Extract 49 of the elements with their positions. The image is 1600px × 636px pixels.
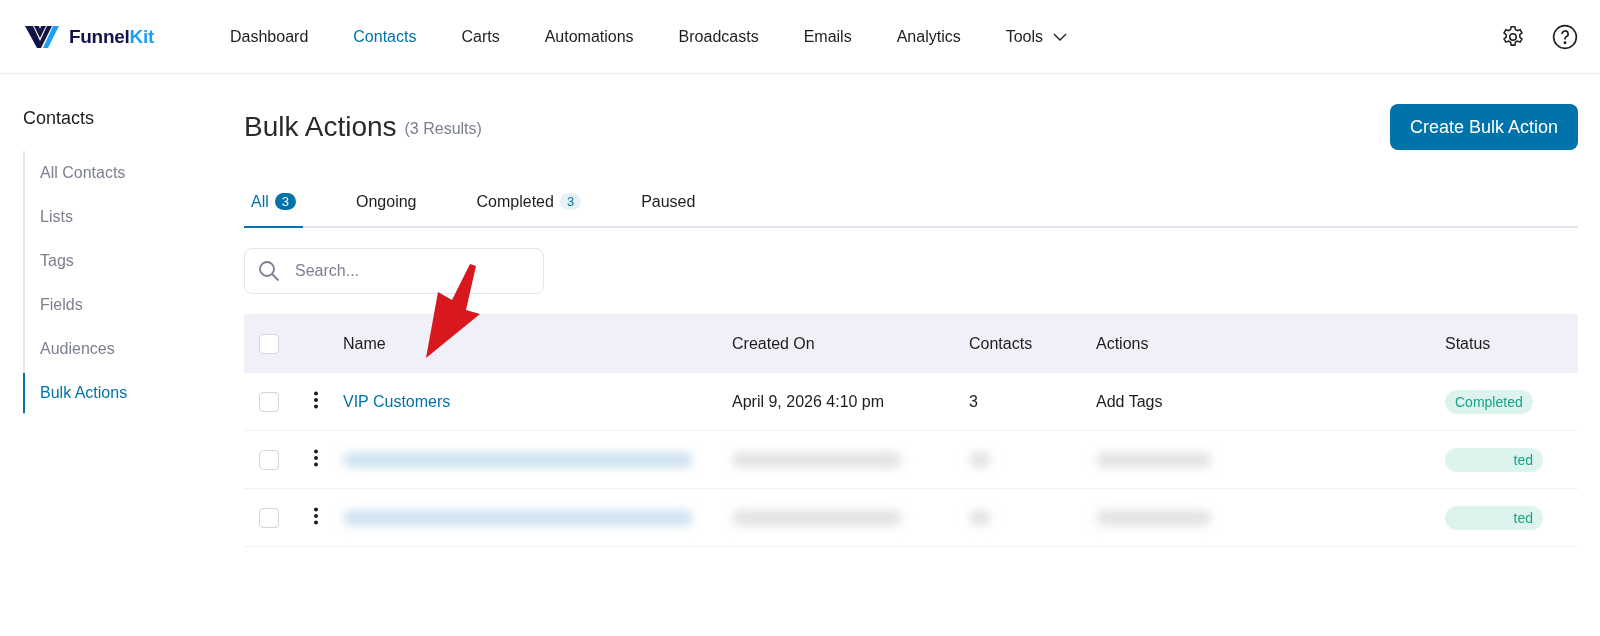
column-header: Actions (1096, 334, 1149, 352)
bulk-action-name-link[interactable]: VIP Customers (343, 392, 451, 410)
row-checkbox[interactable] (259, 449, 279, 470)
table-cell: April 9, 2026 4:10 pm (732, 392, 885, 410)
status-badge: Completed (1445, 389, 1533, 414)
nav-item[interactable]: Tools (1005, 27, 1068, 46)
logo-text: FunnelKit (69, 25, 154, 48)
count-badge: 3 (559, 193, 582, 210)
sidebar-item[interactable]: Tags (23, 241, 221, 281)
sidebar-item[interactable]: All Contacts (23, 153, 221, 193)
nav-item[interactable]: Contacts (353, 27, 417, 46)
tab[interactable]: Ongoing (349, 186, 424, 228)
status-badge: ted (1445, 505, 1543, 530)
nav-item[interactable]: Broadcasts (678, 27, 759, 46)
search-field[interactable]: Search... (244, 248, 544, 294)
page-title: Bulk Actions (244, 111, 397, 143)
table-cell: 3 (969, 392, 978, 410)
more-options-icon[interactable] (313, 390, 319, 409)
sidebar-item[interactable]: Lists (23, 197, 221, 237)
sidebar-item[interactable]: Bulk Actions (23, 373, 221, 413)
sidebar-title: Contacts (23, 108, 96, 129)
sidebar-item[interactable]: Fields (23, 285, 221, 325)
result-count: (3 Results) (404, 120, 482, 138)
select-all-checkbox[interactable] (259, 333, 279, 354)
more-options-icon[interactable] (313, 448, 319, 467)
table-cell: Add Tags (1096, 392, 1163, 410)
blurred-text (969, 509, 991, 526)
blurred-text (969, 451, 991, 468)
create-bulk-action-button[interactable]: Create Bulk Action (1389, 104, 1578, 150)
nav-item[interactable]: Automations (544, 27, 634, 46)
row-checkbox[interactable] (259, 391, 279, 412)
column-header: Contacts (969, 334, 1033, 352)
nav-item[interactable]: Dashboard (230, 27, 309, 46)
nav-item[interactable]: Emails (803, 27, 852, 46)
count-badge: 3 (274, 193, 296, 210)
column-header: Created On (732, 334, 815, 352)
tab[interactable]: Completed 3 (469, 186, 589, 228)
help-icon[interactable] (1552, 23, 1578, 50)
row-checkbox[interactable] (259, 507, 279, 528)
more-options-icon[interactable] (313, 506, 319, 525)
column-header: Status (1445, 334, 1491, 352)
column-header: Name (343, 334, 386, 352)
sidebar-item[interactable]: Audiences (23, 329, 221, 369)
tab[interactable]: Paused (634, 186, 703, 228)
status-badge: ted (1445, 447, 1543, 472)
search-icon (258, 260, 280, 282)
nav-item[interactable]: Analytics (896, 27, 961, 46)
nav-item[interactable]: Carts (461, 27, 500, 46)
tab[interactable]: All 3 (244, 186, 303, 228)
